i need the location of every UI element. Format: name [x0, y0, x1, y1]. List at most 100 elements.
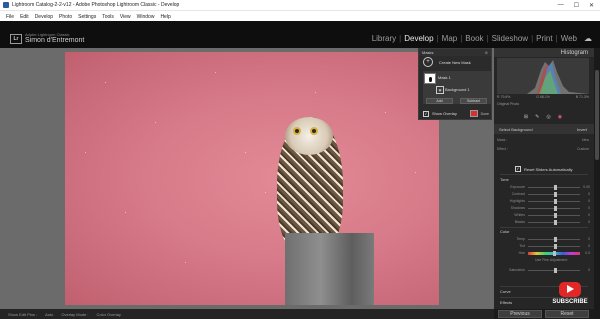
slider-value[interactable]: 0 [580, 213, 590, 217]
slider-knob[interactable] [554, 191, 557, 197]
menu-help[interactable]: Help [160, 14, 170, 20]
slider-label: Exposure [510, 185, 525, 189]
slider-shadows[interactable]: Shadows 0 [500, 205, 590, 211]
module-print[interactable]: Print [533, 34, 555, 43]
cloud-icon[interactable]: ☁ [584, 34, 592, 43]
fine-adjustment-checkbox[interactable]: Use Fine Adjustment [535, 258, 567, 262]
masking-tool-icon[interactable]: ◉ [558, 114, 562, 120]
youtube-subscribe-watermark[interactable]: SUBSCRIBE [552, 282, 588, 312]
heal-tool-icon[interactable]: ✎ [535, 114, 539, 120]
slider-hue[interactable]: Hue 0.0 [500, 250, 590, 256]
slider-track[interactable] [528, 198, 580, 204]
slider-value[interactable]: 0 [580, 237, 590, 241]
background-mask-icon: ▦ [436, 86, 444, 94]
slider-track[interactable] [528, 236, 580, 242]
menu-view[interactable]: View [120, 14, 131, 20]
slider-knob[interactable] [554, 236, 557, 242]
scrollbar-thumb[interactable] [595, 70, 599, 160]
slider-exposure[interactable]: Exposure 0.00 [500, 184, 590, 190]
previous-button[interactable]: Previous [498, 310, 542, 318]
done-button[interactable]: Done [481, 112, 489, 116]
subtract-mask-button[interactable]: Subtract [460, 98, 487, 104]
slider-value[interactable]: 0 [580, 192, 590, 196]
overlay-color-swatch[interactable] [469, 110, 478, 117]
slider-track[interactable] [528, 219, 580, 225]
histogram-header[interactable]: Histogram [494, 48, 594, 57]
module-web[interactable]: Web [558, 34, 580, 43]
effect-preset-select[interactable]: Custom [577, 147, 589, 151]
right-panel-scrollbar[interactable] [594, 48, 600, 319]
hue-track[interactable] [528, 250, 580, 256]
slider-value[interactable]: 0 [580, 220, 590, 224]
slider-highlights[interactable]: Highlights 0 [500, 198, 590, 204]
background-mask-label[interactable]: Background 1 [445, 87, 470, 92]
slider-track[interactable] [528, 205, 580, 211]
tone-section-title[interactable]: Tone [500, 177, 509, 182]
slider-value[interactable]: 0.0 [580, 251, 590, 255]
maximize-icon[interactable]: ☐ [574, 2, 579, 9]
slider-knob[interactable] [554, 184, 557, 190]
menu-window[interactable]: Window [137, 14, 155, 20]
edit-pins-select[interactable]: Auto [45, 312, 53, 317]
menu-photo[interactable]: Photo [59, 14, 72, 20]
slider-temp[interactable]: Temp 0 [500, 236, 590, 242]
overlay-mode-select[interactable]: Color Overlay [96, 312, 120, 317]
menu-develop[interactable]: Develop [35, 14, 53, 20]
tool-strip: ⊞ ✎ ◎ ◉ [497, 112, 589, 122]
module-slideshow[interactable]: Slideshow [489, 34, 531, 43]
show-overlay-checkbox[interactable]: ✓ [423, 110, 429, 117]
window-controls: — ☐ ✕ [558, 2, 594, 9]
slider-track[interactable] [528, 184, 580, 190]
slider-contrast[interactable]: Contrast 0 [500, 191, 590, 197]
photo-with-mask-overlay[interactable] [65, 52, 439, 305]
show-edit-pins-label: Show Edit Pins : [8, 311, 38, 317]
curve-section-title[interactable]: Curve [500, 289, 511, 294]
menu-edit[interactable]: Edit [20, 14, 29, 20]
reset-sliders-checkbox[interactable]: ✓ [515, 166, 521, 172]
create-new-mask-button[interactable]: + Create New Mask [419, 56, 491, 68]
slider-whites[interactable]: Whites 0 [500, 212, 590, 218]
slider-knob[interactable] [554, 198, 557, 204]
mask-name[interactable]: Mask 1 [438, 75, 451, 80]
slider-knob[interactable] [552, 250, 556, 256]
slider-knob[interactable] [554, 212, 557, 218]
effect-preset-row: Effect : Custom [497, 147, 589, 151]
slider-knob[interactable] [554, 267, 557, 273]
slider-value[interactable]: 0.00 [580, 185, 590, 189]
panel-close-icon[interactable]: ⊗ [485, 50, 488, 55]
slider-label: Contrast [511, 192, 525, 196]
slider-value[interactable]: 0 [580, 206, 590, 210]
menu-tools[interactable]: Tools [102, 14, 114, 20]
slider-value[interactable]: 0 [580, 244, 590, 248]
slider-tint[interactable]: Tint 0 [500, 243, 590, 249]
redeye-tool-icon[interactable]: ◎ [546, 114, 550, 120]
module-book[interactable]: Book [462, 34, 486, 43]
effects-section-title[interactable]: Effects [500, 300, 512, 305]
slider-value[interactable]: 0 [580, 268, 590, 272]
module-map[interactable]: Map [439, 34, 461, 43]
add-mask-button[interactable]: Add [426, 98, 453, 104]
slider-label: Tint [519, 244, 525, 248]
slider-saturation[interactable]: Saturation 0 [500, 267, 590, 273]
slider-label: Temp [516, 237, 525, 241]
mask-thumbnail[interactable] [424, 73, 436, 84]
invert-checkbox[interactable]: Invert [577, 127, 587, 132]
slider-track[interactable] [528, 267, 580, 273]
slider-track[interactable] [528, 212, 580, 218]
close-icon[interactable]: ✕ [589, 2, 594, 9]
crop-tool-icon[interactable]: ⊞ [524, 114, 528, 120]
slider-blacks[interactable]: Blacks 0 [500, 219, 590, 225]
slider-knob[interactable] [554, 205, 557, 211]
slider-knob[interactable] [554, 243, 557, 249]
minimize-icon[interactable]: — [558, 2, 564, 9]
menu-file[interactable]: File [6, 14, 14, 20]
mask-select-value[interactable]: New [582, 138, 589, 142]
slider-knob[interactable] [554, 219, 557, 225]
module-develop[interactable]: Develop [401, 34, 436, 43]
slider-track[interactable] [528, 191, 580, 197]
slider-value[interactable]: 0 [580, 199, 590, 203]
menu-settings[interactable]: Settings [78, 14, 96, 20]
color-section-title[interactable]: Color [500, 229, 510, 234]
module-library[interactable]: Library [369, 34, 399, 43]
slider-track[interactable] [528, 243, 580, 249]
